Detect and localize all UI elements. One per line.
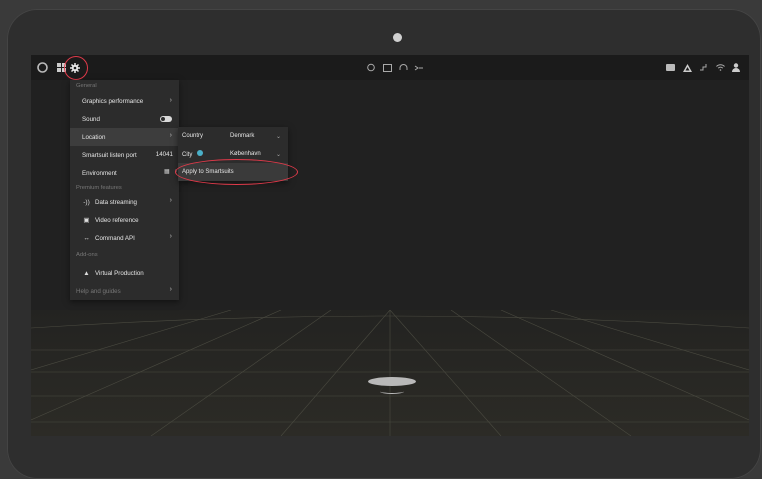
menu-item-label: Environment <box>82 169 117 177</box>
menu-item-virtual-production[interactable]: ▲ Virtual Production <box>70 264 179 282</box>
listen-port-value[interactable]: 14041 <box>156 151 173 158</box>
triangle-icon: ▲ <box>83 269 90 277</box>
floor-grid <box>31 310 749 436</box>
city-select[interactable]: København <box>230 151 261 157</box>
menu-item-label: Data streaming <box>95 198 137 206</box>
logo-icon <box>35 55 49 80</box>
apply-highlight-oval <box>175 159 298 185</box>
country-row[interactable]: Country Denmark ⌄ <box>178 127 288 145</box>
menu-item-environment[interactable]: Environment › <box>70 164 179 182</box>
country-select[interactable]: Denmark <box>230 133 254 139</box>
globe-icon <box>197 150 204 156</box>
chevron-right-icon: › <box>169 197 172 204</box>
wifi-icon <box>714 55 726 80</box>
city-label: City <box>182 150 204 158</box>
settings-menu: General Graphics performance › Sound Loc… <box>70 80 179 300</box>
menu-item-label: Smartsuit listen port <box>82 151 137 159</box>
menu-item-graphics-performance[interactable]: Graphics performance › <box>70 93 179 110</box>
menu-item-label: Graphics performance <box>82 98 144 105</box>
menu-item-label: Virtual Production <box>95 269 144 277</box>
section-premium: Premium features <box>76 185 122 191</box>
chevron-right-icon: › <box>169 132 172 139</box>
menu-item-video-reference[interactable]: ▣ Video reference <box>70 211 179 229</box>
menu-item-data-streaming[interactable]: -)) Data streaming › <box>70 193 179 211</box>
chevron-down-icon: ⌄ <box>275 133 281 140</box>
app-screen: General Graphics performance › Sound Loc… <box>31 55 749 436</box>
pad-direction-arc <box>380 389 404 394</box>
menu-item-sound[interactable]: Sound <box>70 111 179 128</box>
gear-highlight-circle <box>64 56 88 80</box>
sound-toggle[interactable] <box>160 116 172 122</box>
menu-item-label: Command API <box>95 234 135 242</box>
stage-floor <box>31 310 749 436</box>
chevron-right-icon: › <box>169 233 172 240</box>
stream-icon: -)) <box>83 198 90 206</box>
signal-icon <box>698 55 710 80</box>
section-addons: Add-ons <box>76 252 98 258</box>
stage-pad <box>368 377 416 386</box>
user-icon[interactable] <box>730 55 742 80</box>
camera-icon[interactable] <box>664 55 676 80</box>
chevron-right-icon: › <box>169 286 172 293</box>
menu-item-label: Sound <box>82 116 100 123</box>
menu-item-label: Location <box>82 133 106 141</box>
api-icon: ↔ <box>83 234 90 242</box>
country-label: Country <box>182 133 204 139</box>
chevron-down-icon: ⌄ <box>275 151 281 158</box>
headset-icon[interactable] <box>397 55 409 80</box>
menu-item-listen-port[interactable]: Smartsuit listen port 14041 <box>70 146 179 164</box>
suit-icon[interactable] <box>365 55 377 80</box>
record-icon[interactable] <box>413 55 425 80</box>
section-general: General <box>76 83 97 89</box>
menu-item-location[interactable]: Location › <box>70 128 179 146</box>
chevron-right-icon: › <box>169 97 172 104</box>
video-icon: ▣ <box>83 217 90 224</box>
environment-grid-icon: ▦ <box>164 169 170 175</box>
virtual-production-icon[interactable] <box>681 55 693 80</box>
menu-item-label: Video reference <box>95 217 139 224</box>
menu-item-label: Help and guides <box>76 287 121 295</box>
menu-item-command-api[interactable]: ↔ Command API › <box>70 229 179 247</box>
menu-item-help[interactable]: Help and guides › <box>70 282 179 300</box>
top-bar <box>31 55 749 80</box>
frame-icon[interactable] <box>381 55 393 80</box>
camera-dot <box>393 33 402 42</box>
